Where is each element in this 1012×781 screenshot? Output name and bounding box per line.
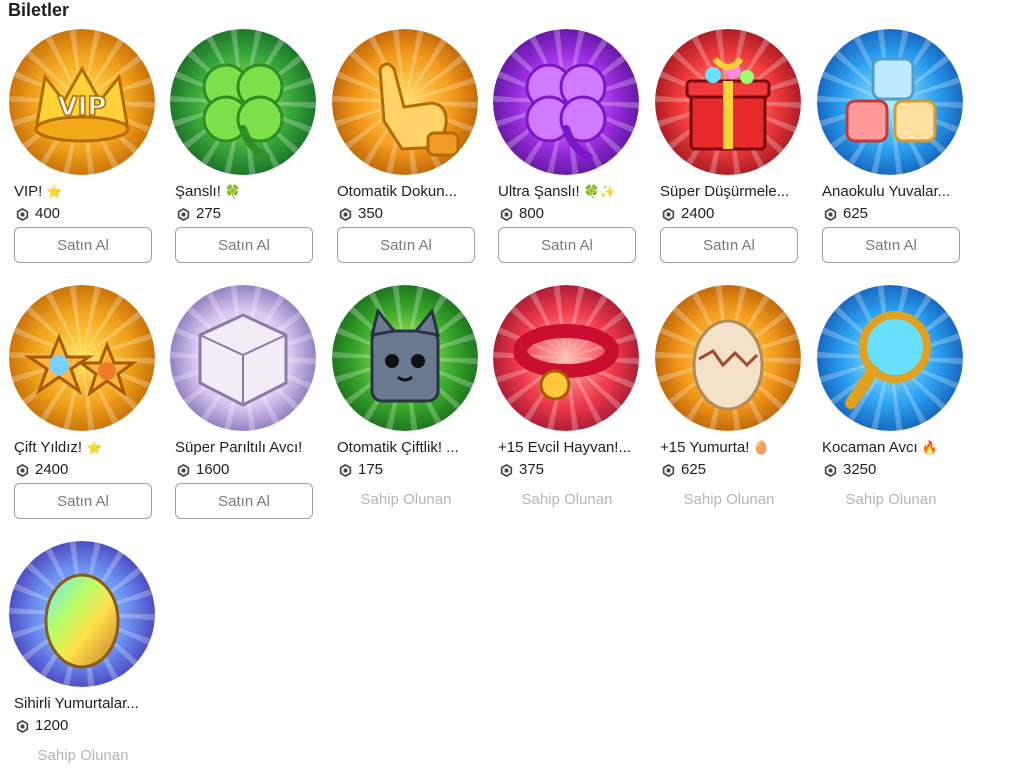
buy-button[interactable]: Satın Al bbox=[14, 483, 152, 519]
ticket-name: Şanslı! 🍀 bbox=[175, 183, 242, 200]
owned-label: Sahip Olunan bbox=[521, 491, 613, 508]
ticket-card: Otomatik Dokun... 350 Satın Al bbox=[323, 29, 478, 269]
buy-button[interactable]: Satın Al bbox=[175, 227, 313, 263]
ticket-card: Süper Düşürmele... 2400 Satın Al bbox=[646, 29, 801, 269]
robux-icon bbox=[339, 207, 352, 221]
shiny-cube-icon[interactable] bbox=[170, 285, 316, 431]
price-value: 400 bbox=[35, 205, 61, 222]
price-value: 625 bbox=[843, 205, 869, 222]
name-emoji: ⭐ bbox=[86, 440, 103, 455]
ticket-price: 375 bbox=[498, 460, 544, 480]
ticket-card: Şanslı! 🍀 275 Satın Al bbox=[161, 29, 316, 269]
ticket-card: Anaokulu Yuvalar... 625 Satın Al bbox=[808, 29, 963, 269]
name-emoji: 🔥 bbox=[921, 440, 938, 455]
svg-text:VIP: VIP bbox=[58, 92, 107, 122]
name-emoji: 🍀 bbox=[224, 184, 242, 199]
double-star-icon[interactable] bbox=[9, 285, 155, 431]
ticket-name: Kocaman Avcı 🔥 bbox=[822, 439, 938, 456]
ticket-card: Sihirli Yumurtalar... 1200 Sahip Olunan bbox=[0, 541, 155, 781]
ticket-card: Ultra Şanslı! 🍀✨ 800 Satın Al bbox=[484, 29, 639, 269]
ticket-name: Sihirli Yumurtalar... bbox=[14, 695, 139, 712]
price-value: 1600 bbox=[196, 461, 230, 478]
buy-button[interactable]: Satın Al bbox=[14, 227, 152, 263]
robux-icon bbox=[16, 207, 29, 221]
ticket-price: 800 bbox=[498, 204, 544, 224]
robux-icon bbox=[662, 463, 675, 477]
price-value: 2400 bbox=[681, 205, 715, 222]
ticket-name: Çift Yıldız! ⭐ bbox=[14, 439, 103, 456]
ticket-price: 2400 bbox=[660, 204, 714, 224]
price-value: 800 bbox=[519, 205, 545, 222]
price-value: 375 bbox=[519, 461, 545, 478]
price-value: 625 bbox=[681, 461, 707, 478]
section-title: Biletler bbox=[8, 0, 70, 20]
ticket-price: 175 bbox=[337, 460, 383, 480]
ticket-name: +15 Evcil Hayvan!... bbox=[498, 439, 631, 456]
price-value: 1200 bbox=[35, 717, 69, 734]
ticket-price: 625 bbox=[822, 204, 868, 224]
ticket-name: VIP! ⭐ bbox=[14, 183, 63, 200]
egg-icon[interactable] bbox=[655, 285, 801, 431]
ticket-card: Çift Yıldız! ⭐ 2400 Satın Al bbox=[0, 285, 155, 525]
buy-button[interactable]: Satın Al bbox=[498, 227, 636, 263]
ticket-price: 1600 bbox=[175, 460, 229, 480]
ticket-price: 625 bbox=[660, 460, 706, 480]
price-value: 350 bbox=[358, 205, 384, 222]
ticket-price: 2400 bbox=[14, 460, 68, 480]
owned-label: Sahip Olunan bbox=[845, 491, 937, 508]
name-emoji: 🍀✨ bbox=[583, 184, 617, 199]
magnifier-icon[interactable] bbox=[817, 285, 963, 431]
buy-button[interactable]: Satın Al bbox=[337, 227, 475, 263]
robux-icon bbox=[824, 207, 837, 221]
robux-icon bbox=[16, 719, 29, 733]
ticket-name: Ultra Şanslı! 🍀✨ bbox=[498, 183, 617, 200]
ticket-name: Süper Parıltılı Avcı! bbox=[175, 439, 303, 456]
clover-icon[interactable] bbox=[170, 29, 316, 175]
ticket-card: Otomatik Çiftlik! ... 175 Sahip Olunan bbox=[323, 285, 478, 525]
rainbow-egg-icon[interactable] bbox=[9, 541, 155, 687]
cat-icon[interactable] bbox=[332, 285, 478, 431]
ticket-name: Anaokulu Yuvalar... bbox=[822, 183, 951, 200]
owned-label: Sahip Olunan bbox=[37, 747, 129, 764]
robux-icon bbox=[662, 207, 675, 221]
buy-button[interactable]: Satın Al bbox=[175, 483, 313, 519]
ticket-card: +15 Yumurta! 🥚 625 Sahip Olunan bbox=[646, 285, 801, 525]
price-value: 3250 bbox=[843, 461, 877, 478]
ticket-price: 1200 bbox=[14, 716, 68, 736]
name-emoji: ⭐ bbox=[46, 184, 63, 199]
robux-icon bbox=[824, 463, 837, 477]
robux-icon bbox=[339, 463, 352, 477]
name-emoji: 🥚 bbox=[753, 440, 770, 455]
price-value: 175 bbox=[358, 461, 384, 478]
ticket-card: +15 Evcil Hayvan!... 375 Sahip Olunan bbox=[484, 285, 639, 525]
ticket-price: 400 bbox=[14, 204, 60, 224]
buy-button[interactable]: Satın Al bbox=[660, 227, 798, 263]
robux-icon bbox=[177, 463, 190, 477]
purple-clover-icon[interactable] bbox=[493, 29, 639, 175]
ticket-name: Otomatik Dokun... bbox=[337, 183, 458, 200]
robux-icon bbox=[500, 463, 513, 477]
vip-crown-icon[interactable]: VIP bbox=[9, 29, 155, 175]
ticket-price: 3250 bbox=[822, 460, 876, 480]
buy-button[interactable]: Satın Al bbox=[822, 227, 960, 263]
ticket-card: Kocaman Avcı 🔥 3250 Sahip Olunan bbox=[808, 285, 963, 525]
ticket-name: Süper Düşürmele... bbox=[660, 183, 790, 200]
ticket-card: Süper Parıltılı Avcı! 1600 Satın Al bbox=[161, 285, 316, 525]
ticket-card: VIP VIP! ⭐ 400 Satın Al bbox=[0, 29, 155, 269]
gift-box-icon[interactable] bbox=[655, 29, 801, 175]
dice-cubes-icon[interactable] bbox=[817, 29, 963, 175]
owned-label: Sahip Olunan bbox=[360, 491, 452, 508]
robux-icon bbox=[500, 207, 513, 221]
robux-icon bbox=[16, 463, 29, 477]
owned-label: Sahip Olunan bbox=[683, 491, 775, 508]
price-value: 275 bbox=[196, 205, 222, 222]
ticket-name: Otomatik Çiftlik! ... bbox=[337, 439, 459, 456]
tap-hand-icon[interactable] bbox=[332, 29, 478, 175]
ticket-price: 275 bbox=[175, 204, 221, 224]
ticket-name: +15 Yumurta! 🥚 bbox=[660, 439, 770, 456]
robux-icon bbox=[177, 207, 190, 221]
ticket-price: 350 bbox=[337, 204, 383, 224]
price-value: 2400 bbox=[35, 461, 69, 478]
pet-collar-icon[interactable] bbox=[493, 285, 639, 431]
